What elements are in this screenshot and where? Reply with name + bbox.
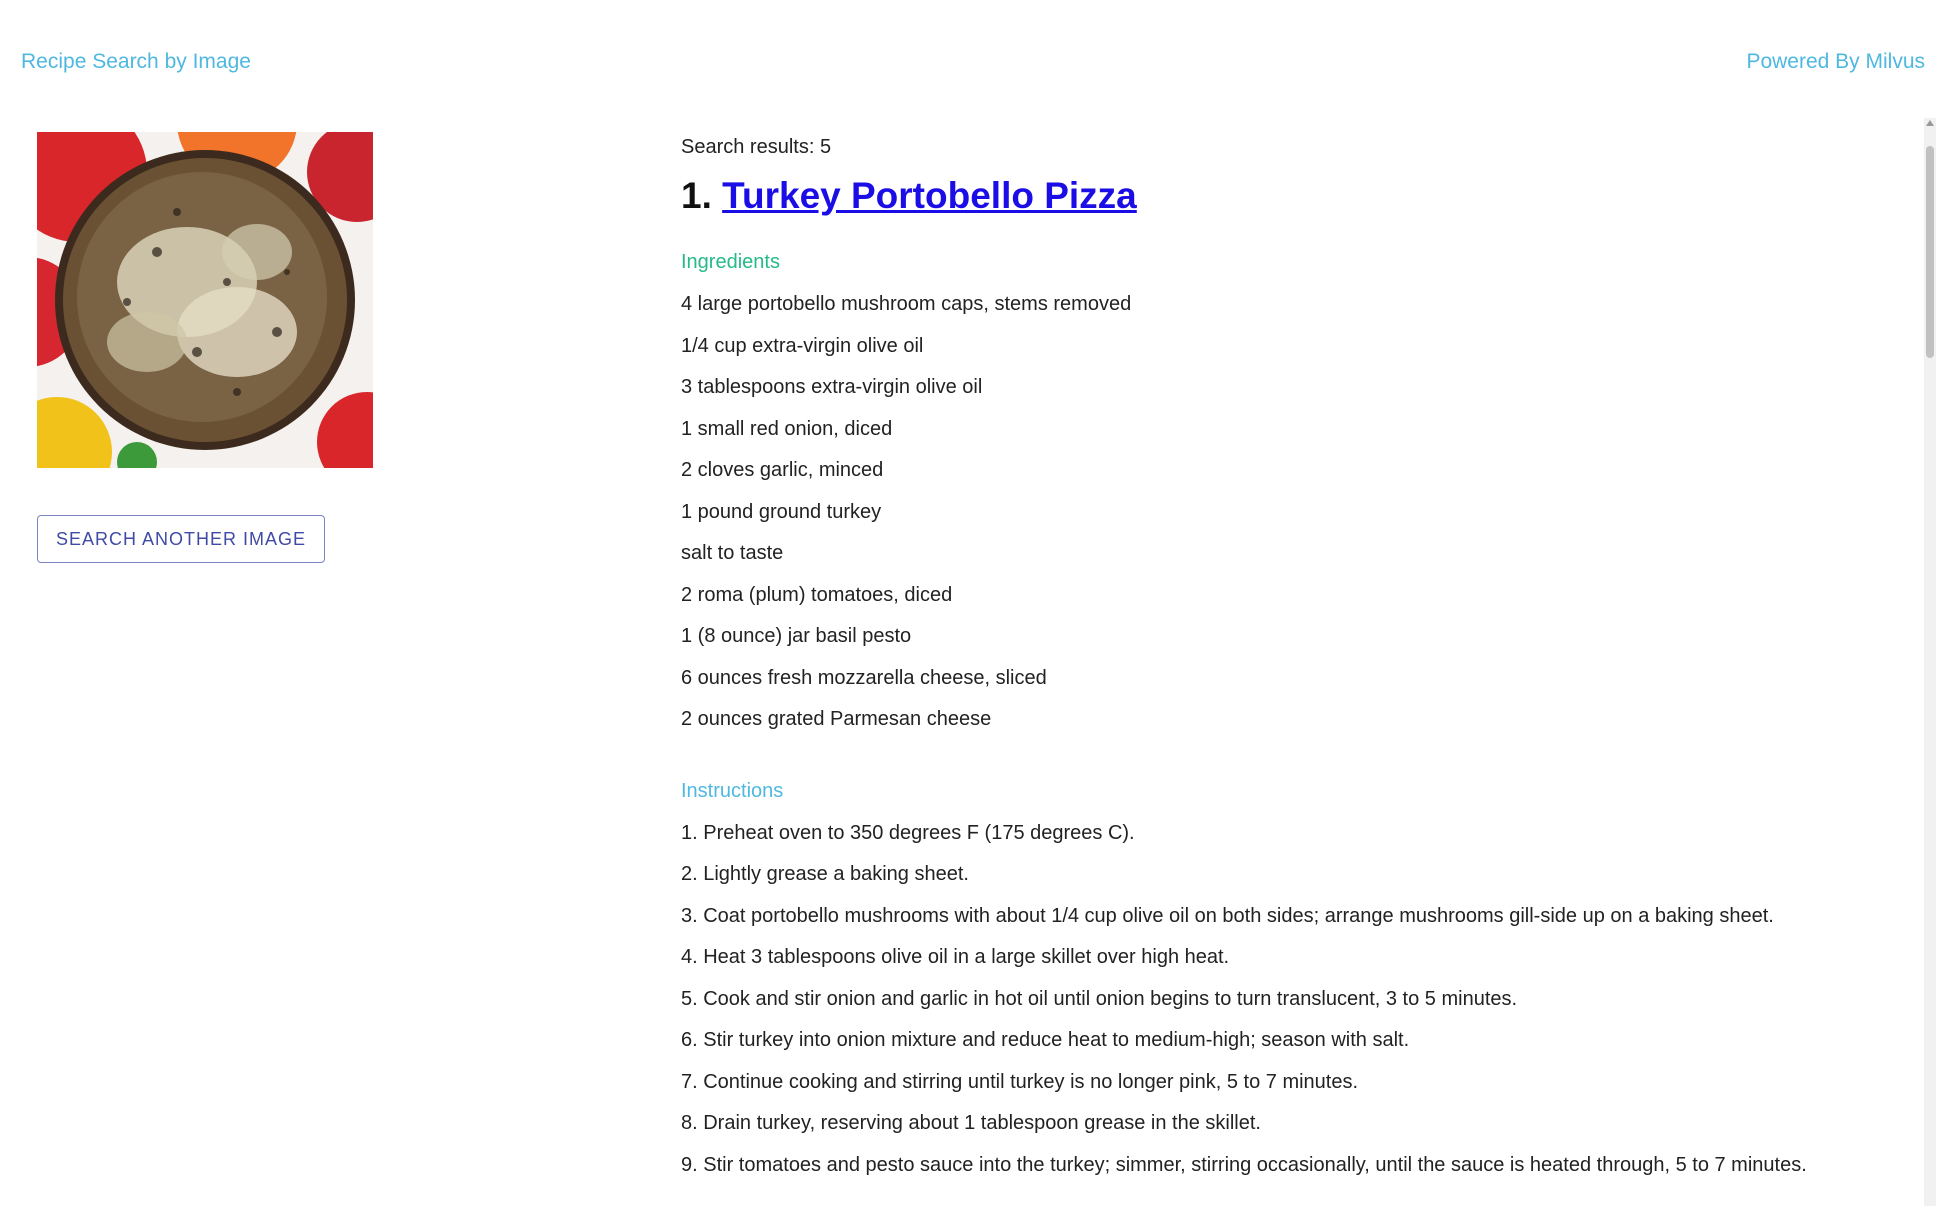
instruction-item: 3. Coat portobello mushrooms with about … [681, 904, 1774, 927]
top-bar: Recipe Search by Image Powered By Milvus [0, 0, 1936, 110]
app-title[interactable]: Recipe Search by Image [21, 50, 251, 74]
instruction-item: 2. Lightly grease a baking sheet. [681, 863, 969, 885]
results-panel: Search results: 5 1. Turkey Portobello P… [681, 132, 1911, 1186]
recipe-title-link[interactable]: Turkey Portobello Pizza [722, 175, 1137, 216]
search-another-image-button[interactable]: SEARCH ANOTHER IMAGE [37, 515, 325, 563]
scroll-up-arrow-icon[interactable] [1926, 120, 1934, 126]
vertical-scrollbar[interactable] [1924, 118, 1936, 1206]
powered-by-link[interactable]: Powered By Milvus [1746, 50, 1925, 74]
recipe-title: 1. Turkey Portobello Pizza [681, 166, 1911, 242]
ingredient-item: salt to taste [681, 542, 784, 564]
ingredient-item: 2 ounces grated Parmesan cheese [681, 708, 992, 730]
query-image [37, 132, 373, 468]
ingredient-item: 2 cloves garlic, minced [681, 459, 884, 481]
results-count: Search results: 5 [681, 136, 832, 158]
ingredient-item: 1 (8 ounce) jar basil pesto [681, 625, 912, 647]
query-panel: SEARCH ANOTHER IMAGE [37, 132, 377, 563]
instruction-item: 6. Stir turkey into onion mixture and re… [681, 1029, 1410, 1051]
ingredient-item: 3 tablespoons extra-virgin olive oil [681, 376, 983, 398]
ingredient-item: 1 small red onion, diced [681, 417, 893, 440]
ingredient-item: 1/4 cup extra-virgin olive oil [681, 334, 924, 357]
ingredient-item: 2 roma (plum) tomatoes, diced [681, 583, 953, 606]
ingredients-list: 4 large portobello mushroom caps, stems … [681, 284, 1911, 741]
ingredients-heading: Ingredients [681, 251, 780, 273]
instructions-heading: Instructions [681, 779, 784, 802]
ingredient-item: 4 large portobello mushroom caps, stems … [681, 293, 1132, 315]
instruction-item: 4. Heat 3 tablespoons olive oil in a lar… [681, 946, 1230, 968]
instruction-item: 1. Preheat oven to 350 degrees F (175 de… [681, 821, 1135, 844]
scrollbar-thumb[interactable] [1926, 146, 1934, 358]
instruction-item: 7. Continue cooking and stirring until t… [681, 1070, 1359, 1093]
ingredient-item: 1 pound ground turkey [681, 500, 882, 523]
recipe-number: 1. [681, 175, 712, 216]
instruction-item: 5. Cook and stir onion and garlic in hot… [681, 987, 1518, 1010]
ingredient-item: 6 ounces fresh mozzarella cheese, sliced [681, 666, 1047, 689]
instruction-item: 9. Stir tomatoes and pesto sauce into th… [681, 1153, 1807, 1176]
instructions-list: 1. Preheat oven to 350 degrees F (175 de… [681, 813, 1911, 1187]
instruction-item: 8. Drain turkey, reserving about 1 table… [681, 1112, 1261, 1134]
